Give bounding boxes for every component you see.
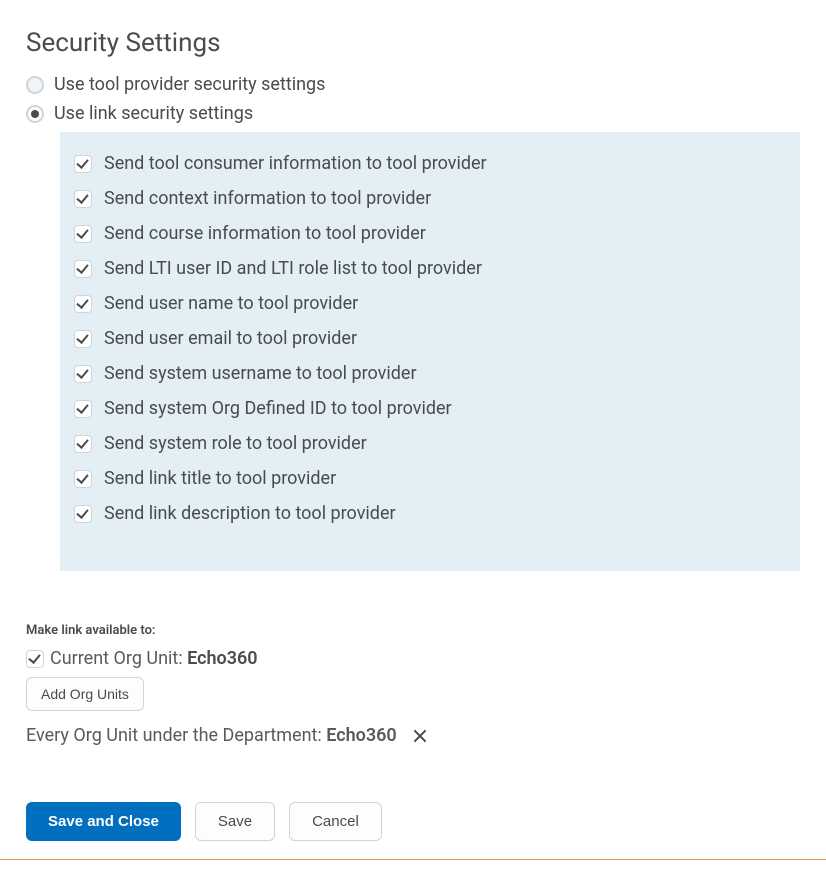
security-checkbox-label: Send user name to tool provider bbox=[104, 293, 358, 314]
security-checkbox[interactable] bbox=[74, 295, 92, 313]
footer-button-bar: Save and Close Save Cancel bbox=[26, 756, 800, 859]
security-checkbox-row: Send user name to tool provider bbox=[74, 286, 786, 321]
security-checkbox-row: Send system role to tool provider bbox=[74, 426, 786, 461]
availability-header: Make link available to: bbox=[26, 623, 800, 638]
security-checkbox-row: Send LTI user ID and LTI role list to to… bbox=[74, 251, 786, 286]
security-checkbox-label: Send system Org Defined ID to tool provi… bbox=[104, 398, 452, 419]
security-checkbox[interactable] bbox=[74, 155, 92, 173]
security-checkbox-label: Send course information to tool provider bbox=[104, 223, 426, 244]
security-checkbox-label: Send system role to tool provider bbox=[104, 433, 367, 454]
security-mode-radio-group: Use tool provider security settings Use … bbox=[26, 74, 800, 124]
security-checkbox-row: Send course information to tool provider bbox=[74, 216, 786, 251]
security-checkbox-row: Send system username to tool provider bbox=[74, 356, 786, 391]
add-org-units-button[interactable]: Add Org Units bbox=[26, 677, 144, 711]
security-checkbox-label: Send context information to tool provide… bbox=[104, 188, 431, 209]
security-checkbox-label: Send link title to tool provider bbox=[104, 468, 336, 489]
security-checkbox[interactable] bbox=[74, 225, 92, 243]
security-checkbox-row: Send link title to tool provider bbox=[74, 461, 786, 496]
current-org-unit-name: Echo360 bbox=[187, 648, 257, 669]
current-org-unit-text: Current Org Unit: Echo360 bbox=[50, 648, 258, 669]
security-checkbox-label: Send LTI user ID and LTI role list to to… bbox=[104, 258, 482, 279]
radio-row-link[interactable]: Use link security settings bbox=[26, 103, 800, 124]
security-checkbox-label: Send link description to tool provider bbox=[104, 503, 396, 524]
security-checkbox-label: Send user email to tool provider bbox=[104, 328, 357, 349]
security-checkbox[interactable] bbox=[74, 400, 92, 418]
radio-link-label: Use link security settings bbox=[54, 103, 253, 124]
current-org-unit-checkbox[interactable] bbox=[26, 650, 44, 668]
current-org-unit-row: Current Org Unit: Echo360 bbox=[26, 648, 800, 669]
security-checkbox[interactable] bbox=[74, 505, 92, 523]
security-checkbox[interactable] bbox=[74, 330, 92, 348]
radio-provider-label: Use tool provider security settings bbox=[54, 74, 325, 95]
radio-provider-icon[interactable] bbox=[26, 76, 44, 94]
radio-row-provider[interactable]: Use tool provider security settings bbox=[26, 74, 800, 95]
save-and-close-button[interactable]: Save and Close bbox=[26, 802, 181, 841]
remove-dept-icon close-icon[interactable] bbox=[411, 727, 429, 745]
security-checkbox-row: Send tool consumer information to tool p… bbox=[74, 146, 786, 181]
page-title: Security Settings bbox=[26, 28, 800, 58]
radio-link-icon[interactable] bbox=[26, 105, 44, 123]
current-org-unit-label: Current Org Unit: bbox=[50, 648, 187, 669]
security-checkbox-row: Send user email to tool provider bbox=[74, 321, 786, 356]
security-checkbox[interactable] bbox=[74, 260, 92, 278]
link-security-checkbox-panel: Send tool consumer information to tool p… bbox=[60, 132, 800, 571]
security-checkbox-row: Send context information to tool provide… bbox=[74, 181, 786, 216]
security-checkbox-row: Send link description to tool provider bbox=[74, 496, 786, 531]
security-checkbox[interactable] bbox=[74, 190, 92, 208]
department-org-unit-name: Echo360 bbox=[326, 725, 396, 746]
cancel-button[interactable]: Cancel bbox=[289, 802, 382, 841]
security-checkbox[interactable] bbox=[74, 470, 92, 488]
footer-divider bbox=[0, 859, 826, 860]
security-checkbox-label: Send system username to tool provider bbox=[104, 363, 417, 384]
security-checkbox-label: Send tool consumer information to tool p… bbox=[104, 153, 487, 174]
security-checkbox[interactable] bbox=[74, 435, 92, 453]
department-org-unit-row: Every Org Unit under the Department: Ech… bbox=[26, 725, 800, 746]
department-org-unit-prefix: Every Org Unit under the Department: bbox=[26, 725, 326, 746]
security-checkbox-row: Send system Org Defined ID to tool provi… bbox=[74, 391, 786, 426]
department-org-unit-text: Every Org Unit under the Department: Ech… bbox=[26, 725, 397, 746]
save-button[interactable]: Save bbox=[195, 802, 275, 841]
security-checkbox[interactable] bbox=[74, 365, 92, 383]
